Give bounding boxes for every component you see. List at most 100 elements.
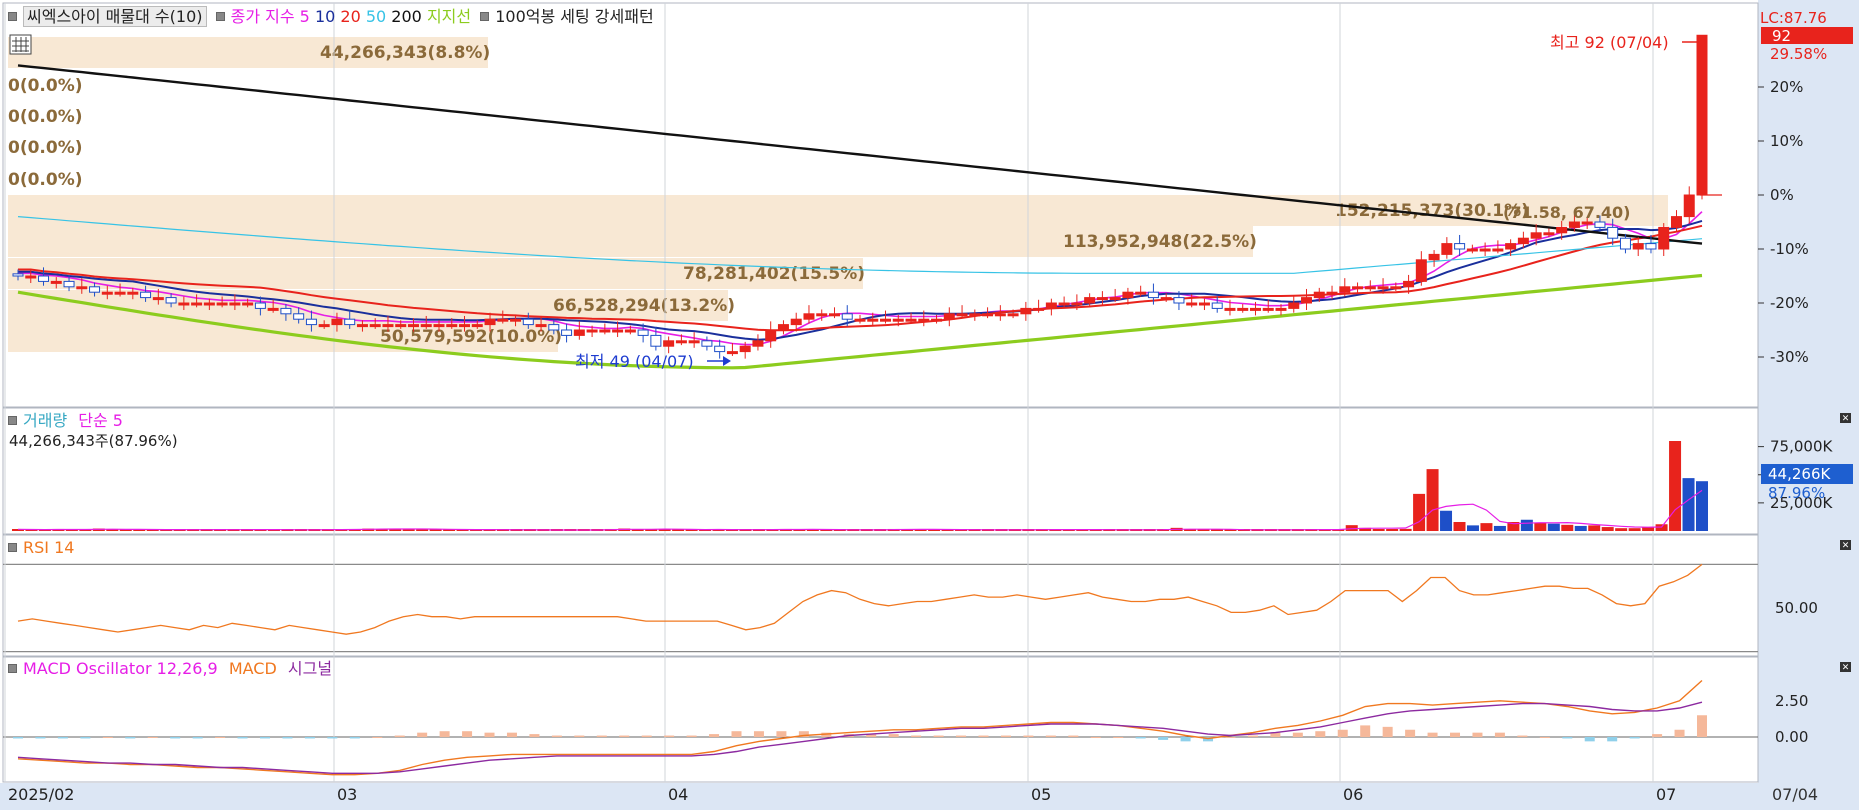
candle-body bbox=[12, 273, 24, 277]
macd-label[interactable]: MACD bbox=[229, 659, 277, 678]
candle-body bbox=[1530, 232, 1542, 239]
ma-title[interactable]: 종가 지수 bbox=[231, 7, 295, 26]
candle-body bbox=[50, 280, 62, 284]
candle-body bbox=[1454, 243, 1466, 250]
macd-oscillator-bar bbox=[484, 732, 495, 737]
macd-oscillator-bar bbox=[1539, 737, 1550, 738]
candle-body bbox=[1262, 307, 1274, 311]
macd-oscillator-bar bbox=[574, 735, 585, 737]
legend-bullet-icon[interactable] bbox=[8, 416, 17, 425]
candle-body bbox=[1237, 307, 1249, 311]
macd-oscillator-bar bbox=[1023, 735, 1034, 737]
candle-body bbox=[1288, 302, 1300, 309]
macd-oscillator-bar bbox=[753, 731, 764, 737]
candle-body bbox=[356, 324, 368, 328]
volume-badge-pct: 87.96% bbox=[1768, 484, 1825, 502]
x-axis-label: 2025/02 bbox=[8, 785, 74, 804]
candle-body bbox=[1364, 286, 1376, 290]
ma20-label[interactable]: 20 bbox=[340, 7, 360, 26]
macd-oscillator-bar bbox=[35, 737, 46, 739]
rsi-close-button[interactable]: ✕ bbox=[1840, 540, 1851, 551]
volume-bar bbox=[1588, 525, 1601, 531]
candle-body bbox=[1619, 237, 1631, 250]
macd-oscillator-bar bbox=[215, 737, 226, 738]
candle-body bbox=[254, 302, 266, 309]
candle-body bbox=[1670, 216, 1682, 228]
volume-bar bbox=[1561, 524, 1574, 531]
stock-chart-svg[interactable]: 44,266,343(8.8%) 0(0.0%) 0(0.0%) 0(0.0%) 0(0… bbox=[0, 0, 1859, 810]
candle-body bbox=[293, 313, 305, 320]
macd-oscillator-bar bbox=[1180, 737, 1191, 742]
volume-title[interactable]: 거래량 bbox=[23, 411, 67, 430]
candle-body bbox=[152, 297, 164, 301]
signal-label[interactable]: 시그널 bbox=[288, 659, 332, 678]
volume-bar bbox=[1493, 525, 1506, 531]
ma200-label[interactable]: 200 bbox=[391, 7, 422, 26]
legend-bullet-icon[interactable] bbox=[8, 12, 17, 21]
legend-bullet-icon[interactable] bbox=[480, 12, 490, 21]
macd-oscillator-bar bbox=[529, 734, 540, 737]
candle-body bbox=[1160, 297, 1172, 301]
candle-body bbox=[892, 318, 904, 322]
support-label[interactable]: 지지선 bbox=[427, 7, 471, 26]
rsi-title[interactable]: RSI 14 bbox=[23, 538, 74, 557]
macd-oscillator-title[interactable]: MACD Oscillator 12,26,9 bbox=[23, 659, 218, 678]
macd-oscillator-bar bbox=[709, 734, 720, 737]
candle-body bbox=[803, 313, 815, 320]
candle-body bbox=[459, 324, 471, 328]
macd-close-button[interactable]: ✕ bbox=[1840, 662, 1851, 673]
volume-profile-label: 113,952,948(22.5%) bbox=[1063, 232, 1257, 252]
legend-bullet-icon[interactable] bbox=[8, 543, 17, 552]
candle-body bbox=[395, 324, 407, 328]
legend-bullet-icon[interactable] bbox=[215, 12, 225, 21]
candle-body bbox=[1173, 297, 1185, 304]
candle-body bbox=[127, 291, 139, 295]
ma5-label[interactable]: 5 bbox=[300, 7, 310, 26]
stock-name-label[interactable]: 씨엑스아이 매물대 수(10) bbox=[23, 6, 207, 27]
macd-oscillator-bar bbox=[327, 737, 338, 739]
volume-tick-label: 75,000K bbox=[1770, 438, 1833, 456]
candle-body bbox=[114, 291, 126, 295]
candle-body bbox=[1415, 259, 1427, 282]
volume-bar-layer bbox=[12, 441, 1708, 531]
macd-oscillator-bar bbox=[506, 732, 517, 737]
candle-body bbox=[1020, 307, 1032, 315]
volume-bar bbox=[1534, 522, 1547, 531]
macd-line bbox=[17, 679, 1703, 776]
table-icon[interactable] bbox=[9, 34, 32, 55]
volume-profile-label: 0(0.0%) bbox=[8, 138, 83, 158]
candle-body bbox=[994, 313, 1006, 317]
candle-body bbox=[1645, 243, 1657, 250]
candle-body bbox=[1224, 307, 1236, 311]
macd-oscillator-bar bbox=[102, 737, 113, 738]
x-axis-label: 04 bbox=[668, 785, 688, 804]
candle-body bbox=[1556, 226, 1568, 234]
candle-body bbox=[599, 329, 611, 333]
candle-body bbox=[1071, 302, 1083, 306]
candle-body bbox=[229, 302, 241, 306]
macd-oscillator-bar bbox=[13, 737, 23, 739]
svg-text:✕: ✕ bbox=[1842, 541, 1850, 551]
macd-oscillator-bar bbox=[1584, 737, 1595, 742]
candle-body bbox=[943, 313, 955, 320]
candle-body bbox=[1339, 286, 1351, 293]
candle-body bbox=[1683, 194, 1695, 218]
candle-body bbox=[1058, 302, 1070, 306]
candle-body bbox=[471, 324, 483, 328]
ma50-label[interactable]: 50 bbox=[366, 7, 386, 26]
legend-bullet-icon[interactable] bbox=[8, 664, 17, 673]
volume-ma-label[interactable]: 단순 5 bbox=[78, 411, 123, 430]
macd-oscillator-bar bbox=[1158, 737, 1169, 740]
volume-badge-value: 44,266K bbox=[1768, 465, 1831, 483]
candle-body bbox=[1466, 248, 1478, 252]
macd-oscillator-bar bbox=[1360, 725, 1371, 737]
macd-oscillator-bar bbox=[1562, 737, 1573, 739]
pattern-label[interactable]: 100억봉 세팅 강세패턴 bbox=[495, 7, 653, 26]
macd-oscillator-bar bbox=[1247, 735, 1258, 737]
candle-body bbox=[76, 286, 88, 290]
macd-oscillator-bar bbox=[619, 735, 630, 737]
volume-close-button[interactable]: ✕ bbox=[1840, 413, 1851, 424]
x-axis-label: 06 bbox=[1343, 785, 1363, 804]
ma10-label[interactable]: 10 bbox=[315, 7, 335, 26]
volume-bar bbox=[1669, 441, 1682, 531]
